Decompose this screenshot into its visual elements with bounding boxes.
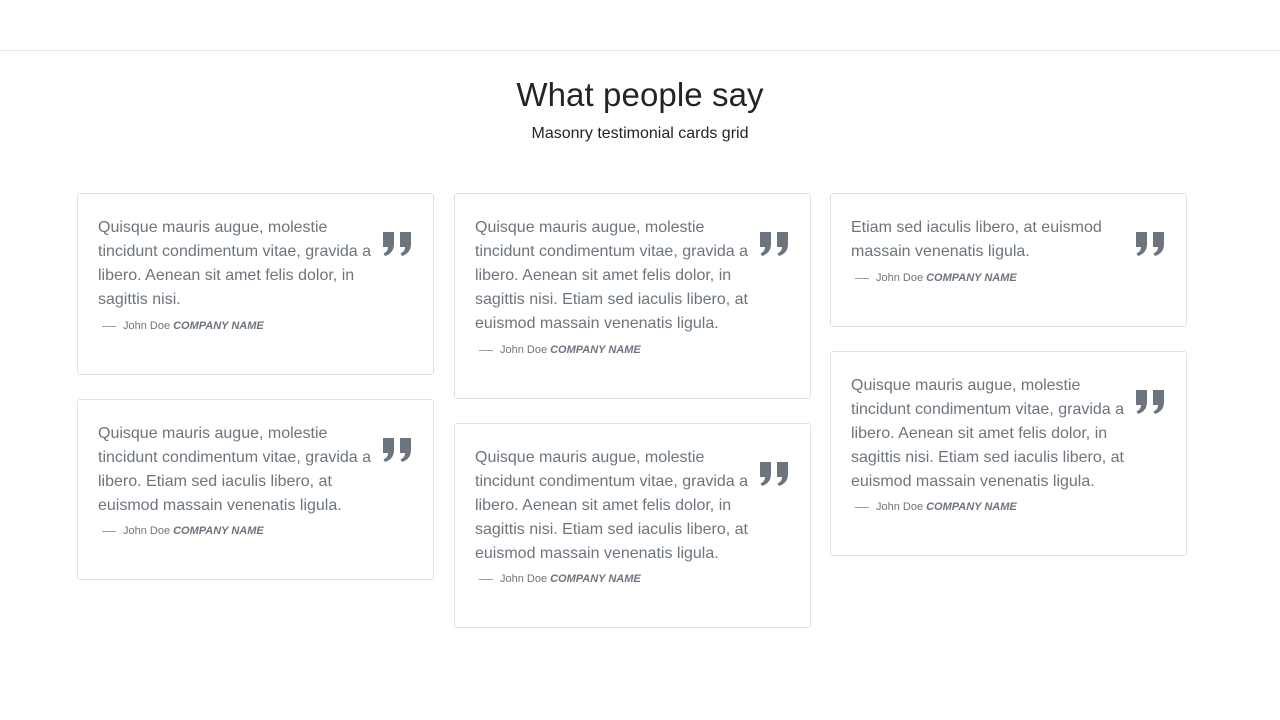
- testimonial-card: Quisque mauris augue, molestie tincidunt…: [77, 193, 434, 375]
- company-name: COMPANY NAME: [926, 501, 1017, 513]
- testimonial-text: Etiam sed iaculis libero, at euismod mas…: [851, 219, 1102, 260]
- top-navbar: [0, 0, 1280, 51]
- testimonial-text: Quisque mauris augue, molestie tincidunt…: [98, 219, 372, 308]
- testimonial-card: Quisque mauris augue, molestie tincidunt…: [830, 351, 1187, 556]
- quote-icon: [759, 460, 790, 487]
- testimonial-text: Quisque mauris augue, molestie tincidunt…: [851, 377, 1125, 490]
- company-name: COMPANY NAME: [550, 573, 641, 585]
- author-name: John Doe: [500, 573, 548, 585]
- quote-icon: [1135, 388, 1166, 415]
- page-title: What people say: [516, 76, 764, 113]
- author-name: John Doe: [876, 501, 924, 513]
- attribution-dash: [102, 530, 116, 532]
- company-name: COMPANY NAME: [550, 344, 641, 356]
- author-name: John Doe: [123, 320, 171, 332]
- author-name: John Doe: [123, 525, 171, 537]
- attribution-dash: [479, 578, 493, 580]
- testimonial-card: Quisque mauris augue, molestie tincidunt…: [454, 193, 811, 399]
- testimonial-attribution: John Doe COMPANY NAME: [102, 320, 264, 332]
- quote-icon: [382, 230, 413, 257]
- attribution-dash: [855, 506, 869, 508]
- quote-icon: [382, 436, 413, 463]
- testimonial-text: Quisque mauris augue, molestie tincidunt…: [475, 449, 749, 562]
- quote-icon: [759, 230, 790, 257]
- author-name: John Doe: [876, 272, 924, 284]
- testimonial-text: Quisque mauris augue, molestie tincidunt…: [475, 219, 749, 332]
- testimonial-attribution: John Doe COMPANY NAME: [855, 272, 1017, 284]
- company-name: COMPANY NAME: [173, 525, 264, 537]
- company-name: COMPANY NAME: [173, 320, 264, 332]
- attribution-dash: [479, 349, 493, 351]
- testimonial-card: Quisque mauris augue, molestie tincidunt…: [77, 399, 434, 580]
- page-subtitle: Masonry testimonial cards grid: [531, 125, 749, 142]
- testimonial-attribution: John Doe COMPANY NAME: [479, 344, 641, 356]
- attribution-dash: [855, 277, 869, 279]
- testimonial-card: Etiam sed iaculis libero, at euismod mas…: [830, 193, 1187, 327]
- testimonial-attribution: John Doe COMPANY NAME: [855, 501, 1017, 513]
- author-name: John Doe: [500, 344, 548, 356]
- testimonial-attribution: John Doe COMPANY NAME: [479, 573, 641, 585]
- quote-icon: [1135, 230, 1166, 257]
- testimonial-card: Quisque mauris augue, molestie tincidunt…: [454, 423, 811, 628]
- testimonial-attribution: John Doe COMPANY NAME: [102, 525, 264, 537]
- company-name: COMPANY NAME: [926, 272, 1017, 284]
- attribution-dash: [102, 325, 116, 327]
- testimonial-text: Quisque mauris augue, molestie tincidunt…: [98, 425, 372, 514]
